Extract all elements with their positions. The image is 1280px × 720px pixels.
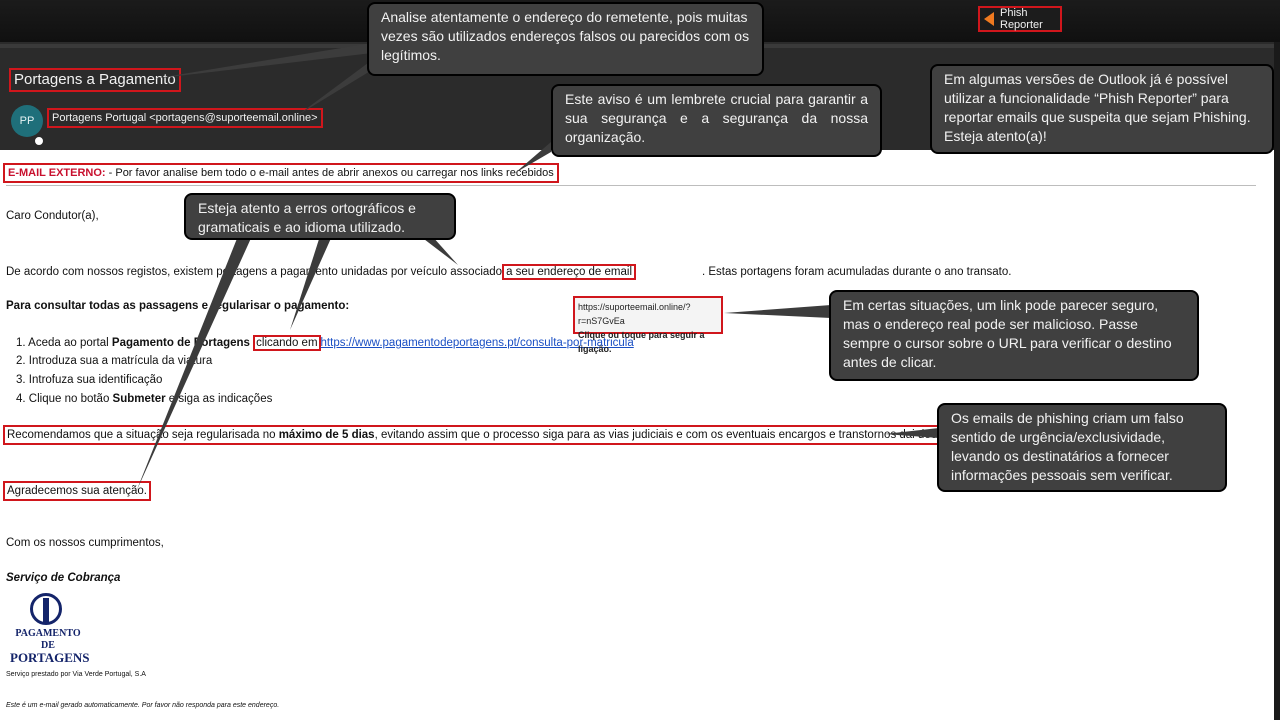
- external-banner-text: - Por favor analise bem todo o e-mail an…: [105, 167, 554, 179]
- thanks-line: Agradecemos sua atenção.: [3, 481, 152, 501]
- callout-grammar: Esteja atento a erros ortográficos e gra…: [184, 193, 456, 240]
- provider-note: Serviço prestado por Via Verde Portugal,…: [6, 671, 146, 678]
- urgency-deadline: máximo de 5 dias: [278, 429, 375, 441]
- clicando-em-box: clicando em: [253, 335, 321, 351]
- callout-sender-warning: Analise atentamente o endereço do remete…: [367, 2, 764, 76]
- pointer-grammar-2: [290, 236, 332, 330]
- urgency-end: , evitando assim que o processo siga par…: [374, 429, 982, 441]
- step-4: 4. Clique no botão Submeter e siga as in…: [16, 393, 272, 405]
- external-tag: E-MAIL EXTERNO:: [8, 167, 106, 179]
- callout-link-hover: Em certas situações, um link pode parece…: [829, 290, 1199, 381]
- external-email-banner: E-MAIL EXTERNO: - Por favor analise bem …: [3, 163, 559, 183]
- logo-emblem-icon: [30, 593, 62, 625]
- callout-external-banner: Este aviso é um lembrete crucial para ga…: [551, 84, 882, 157]
- phish-reporter-button[interactable]: Phish Reporter: [978, 6, 1062, 32]
- phish-reporter-label: Phish Reporter: [1000, 7, 1043, 31]
- callout-phish-reporter: Em algumas versões de Outlook já é possí…: [930, 64, 1274, 154]
- pagamento-de-portagens-logo: PAGAMENTO DE PORTAGENS: [10, 593, 89, 664]
- paragraph-registos: De acordo com nossos registos, existem p…: [6, 264, 637, 280]
- auto-notice: Este é um e-mail gerado automaticamente.…: [6, 702, 280, 709]
- sender-avatar[interactable]: PP: [11, 105, 43, 137]
- pointer-link: [724, 305, 831, 318]
- tooltip-hint: Clique ou toque para seguir a ligação.: [578, 330, 705, 354]
- step-4-prefix: 4. Clique no botão: [16, 393, 113, 405]
- step-1: 1. Aceda ao portal Pagamento de Portagen…: [16, 335, 634, 351]
- logo-line-2: PORTAGENS: [10, 650, 90, 665]
- step-4-suffix: e siga as indicações: [165, 393, 273, 405]
- divider: [6, 185, 1256, 186]
- signature: Serviço de Cobrança: [6, 572, 121, 584]
- scrollbar-gutter[interactable]: [1274, 42, 1280, 720]
- email-reference-box: a seu endereço de email: [502, 264, 637, 280]
- paragraph-registos-end: . Estas portagens foram acumuladas duran…: [702, 266, 1012, 278]
- consult-heading: Para consultar todas as passagens e regu…: [6, 300, 350, 312]
- phish-reporter-icon: [984, 12, 994, 26]
- tooltip-url: https://suporteemail.online/?r=nS7GvEa: [578, 302, 691, 326]
- email-subject: Portagens a Pagamento: [9, 68, 181, 92]
- closing: Com os nossos cumprimentos,: [6, 537, 164, 549]
- step-3: 3. Introfuza sua identificação: [16, 374, 163, 386]
- sender-address[interactable]: Portagens Portugal <portagens@suporteema…: [47, 108, 323, 128]
- step-4-button-name: Submeter: [112, 393, 166, 405]
- urgency-start: Recomendamos que a situação seja regular…: [7, 429, 279, 441]
- greeting: Caro Condutor(a),: [6, 210, 99, 222]
- logo-line-1: PAGAMENTO DE: [15, 628, 81, 651]
- callout-urgency: Os emails de phishing criam um falso sen…: [937, 403, 1227, 492]
- step-1-portal: Pagamento de Portagens: [111, 337, 250, 349]
- logo-text: PAGAMENTO DE PORTAGENS: [10, 628, 90, 665]
- step-2: 2. Introduza sua a matrícula da viatura: [16, 355, 213, 367]
- link-hover-tooltip: https://suporteemail.online/?r=nS7GvEa C…: [573, 296, 723, 354]
- pointer-grammar-3: [420, 236, 458, 265]
- paragraph-registos-start: De acordo com nossos registos, existem p…: [6, 266, 503, 278]
- presence-indicator: [34, 136, 44, 146]
- urgency-paragraph: Recomendamos que a situação seja regular…: [3, 425, 986, 445]
- step-1-prefix: 1. Aceda ao portal: [16, 337, 112, 349]
